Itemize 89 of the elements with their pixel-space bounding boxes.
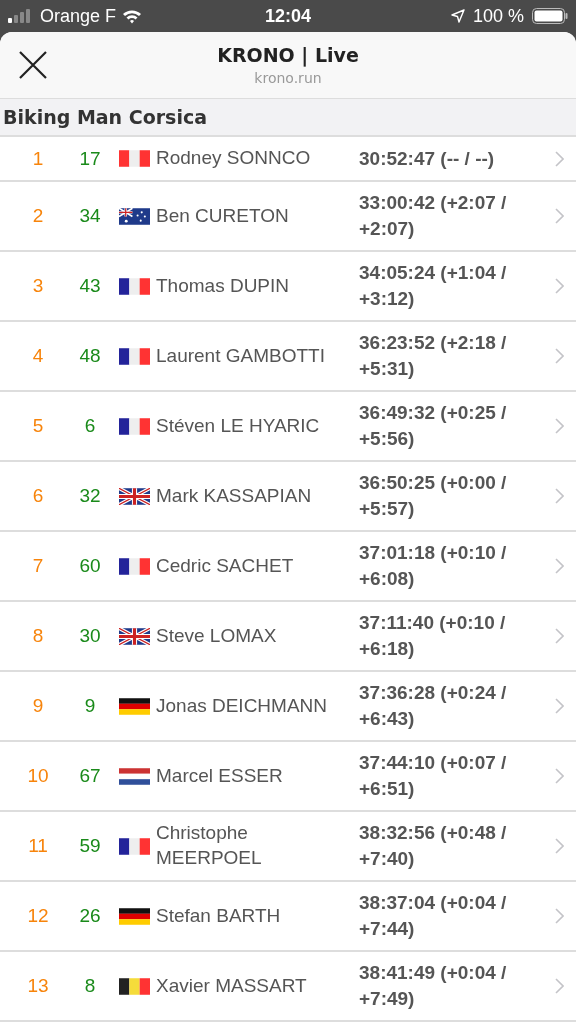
finish-time: 37:44:10 (+0:07 / +6:51) bbox=[359, 751, 508, 801]
page-url: krono.run bbox=[254, 70, 322, 86]
athlete-name: Christophe MEERPOEL bbox=[156, 821, 263, 870]
result-row[interactable]: 1 17 Rodney SONNCO 30:52:47 (-- / --) bbox=[0, 137, 576, 182]
wifi-icon bbox=[122, 8, 143, 24]
bib-number: 48 bbox=[78, 345, 102, 367]
chevron-right-icon bbox=[555, 208, 564, 224]
result-row[interactable]: 8 30 Steve LOMAX 37:11:40 (+0:10 / +6:18) bbox=[0, 602, 576, 672]
chevron-right-icon bbox=[555, 348, 564, 364]
bib-number: 8 bbox=[83, 975, 97, 997]
rank-number: 1 bbox=[31, 147, 45, 170]
athlete-name: Jonas DEICHMANN bbox=[156, 693, 329, 718]
bib-number: 6 bbox=[83, 415, 97, 437]
result-row[interactable]: 3 43 Thomas DUPIN 34:05:24 (+1:04 / +3:12) bbox=[0, 252, 576, 322]
athlete-name: Laurent GAMBOTTI bbox=[156, 343, 326, 368]
location-arrow-icon bbox=[450, 9, 465, 23]
bib-number: 17 bbox=[78, 147, 102, 170]
finish-time: 34:05:24 (+1:04 / +3:12) bbox=[359, 261, 508, 311]
finish-time: 36:49:32 (+0:25 / +5:56) bbox=[359, 401, 508, 451]
chevron-right-icon bbox=[555, 628, 564, 644]
chevron-right-icon bbox=[555, 278, 564, 294]
bib-number: 43 bbox=[78, 275, 102, 297]
rank-number: 5 bbox=[31, 415, 45, 437]
result-row[interactable]: 11 59 Christophe MEERPOEL 38:32:56 (+0:48 / +7:40) bbox=[0, 812, 576, 882]
chevron-right-icon bbox=[555, 150, 564, 167]
bib-number: 32 bbox=[78, 485, 102, 507]
result-row[interactable]: 9 9 Jonas DEICHMANN 37:36:28 (+0:24 / +6:43) bbox=[0, 672, 576, 742]
rank-number: 12 bbox=[26, 905, 50, 927]
bib-number: 67 bbox=[78, 765, 102, 787]
bib-number: 9 bbox=[83, 695, 97, 717]
athlete-name: Stefan BARTH bbox=[156, 903, 282, 928]
athlete-name: Stéven LE HYARIC bbox=[156, 413, 321, 438]
rank-number: 2 bbox=[31, 205, 45, 227]
chevron-right-icon bbox=[555, 488, 564, 504]
battery-icon bbox=[532, 8, 568, 24]
chevron-right-icon bbox=[555, 768, 564, 784]
athlete-name: Steve LOMAX bbox=[156, 623, 278, 648]
result-row[interactable]: 5 6 Stéven LE HYARIC 36:49:32 (+0:25 / +5:56) bbox=[0, 392, 576, 462]
chevron-right-icon bbox=[555, 978, 564, 994]
result-row[interactable]: 2 34 Ben CURETON 33:00:42 (+2:07 / +2:07) bbox=[0, 182, 576, 252]
finish-time: 30:52:47 (-- / --) bbox=[359, 146, 496, 171]
bib-number: 60 bbox=[78, 555, 102, 577]
result-row[interactable]: 10 67 Marcel ESSER 37:44:10 (+0:07 / +6:51) bbox=[0, 742, 576, 812]
finish-time: 33:00:42 (+2:07 / +2:07) bbox=[359, 191, 508, 241]
bib-number: 26 bbox=[78, 905, 102, 927]
close-button[interactable] bbox=[19, 51, 47, 79]
result-row[interactable]: 12 26 Stefan BARTH 38:37:04 (+0:04 / +7:44) bbox=[0, 882, 576, 952]
rank-number: 7 bbox=[31, 555, 45, 577]
chevron-right-icon bbox=[555, 838, 564, 854]
bib-number: 34 bbox=[78, 205, 102, 227]
athlete-name: Ben CURETON bbox=[156, 203, 290, 228]
finish-time: 38:41:49 (+0:04 / +7:49) bbox=[359, 961, 508, 1011]
athlete-name: Thomas DUPIN bbox=[156, 273, 291, 298]
rank-number: 10 bbox=[26, 765, 50, 787]
chevron-right-icon bbox=[555, 908, 564, 924]
bib-number: 59 bbox=[78, 835, 102, 857]
result-row[interactable]: 13 8 Xavier MASSART 38:41:49 (+0:04 / +7:49) bbox=[0, 952, 576, 1022]
rank-number: 8 bbox=[31, 625, 45, 647]
finish-time: 37:11:40 (+0:10 / +6:18) bbox=[359, 611, 507, 661]
finish-time: 36:50:25 (+0:00 / +5:57) bbox=[359, 471, 508, 521]
result-row[interactable]: 4 48 Laurent GAMBOTTI 36:23:52 (+2:18 / +5:31) bbox=[0, 322, 576, 392]
athlete-name: Marcel ESSER bbox=[156, 763, 284, 788]
athlete-name: Mark KASSAPIAN bbox=[156, 483, 313, 508]
chevron-right-icon bbox=[555, 698, 564, 714]
finish-time: 37:36:28 (+0:24 / +6:43) bbox=[359, 681, 508, 731]
rank-number: 13 bbox=[26, 975, 50, 997]
athlete-name: Xavier MASSART bbox=[156, 973, 308, 998]
finish-time: 37:01:18 (+0:10 / +6:08) bbox=[359, 541, 508, 591]
carrier-name: Orange F bbox=[40, 5, 117, 27]
rank-number: 4 bbox=[31, 345, 45, 367]
rank-number: 11 bbox=[27, 835, 49, 857]
rank-number: 6 bbox=[31, 485, 45, 507]
result-row[interactable]: 6 32 Mark KASSAPIAN 36:50:25 (+0:00 / +5:57) bbox=[0, 462, 576, 532]
rank-number: 9 bbox=[31, 695, 45, 717]
close-icon bbox=[19, 51, 47, 79]
finish-time: 38:37:04 (+0:04 / +7:44) bbox=[359, 891, 508, 941]
rank-number: 3 bbox=[31, 275, 45, 297]
battery-percentage: 100 % bbox=[472, 5, 524, 27]
section-title: Biking Man Corsica bbox=[3, 106, 208, 128]
page-title: KRONO | Live bbox=[217, 44, 359, 66]
athlete-name: Cedric SACHET bbox=[156, 553, 295, 578]
clock-time: 12:04 bbox=[264, 5, 311, 27]
bib-number: 30 bbox=[78, 625, 102, 647]
chevron-right-icon bbox=[555, 558, 564, 574]
finish-time: 36:23:52 (+2:18 / +5:31) bbox=[359, 331, 508, 381]
finish-time: 38:32:56 (+0:48 / +7:40) bbox=[359, 821, 508, 871]
chevron-right-icon bbox=[555, 418, 564, 434]
athlete-name: Rodney SONNCO bbox=[156, 146, 312, 171]
result-row[interactable]: 7 60 Cedric SACHET 37:01:18 (+0:10 / +6:08) bbox=[0, 532, 576, 602]
